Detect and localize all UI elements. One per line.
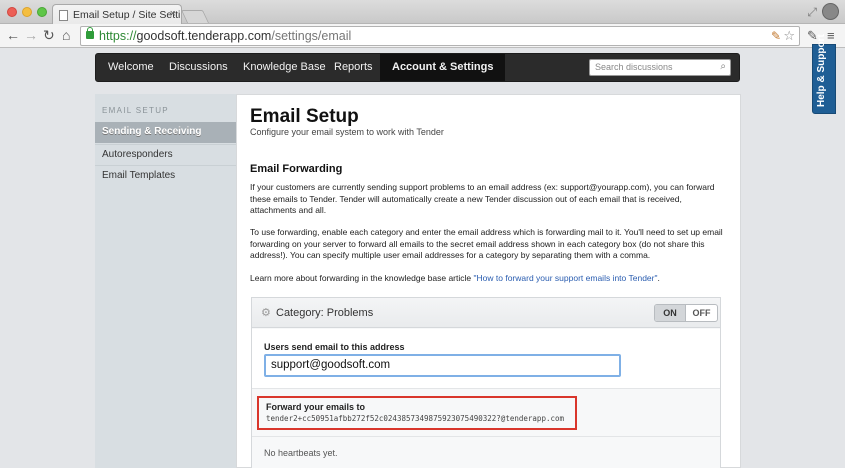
search-icon[interactable]: ⌕ — [720, 61, 726, 72]
tab-title: Email Setup / Site Settings — [73, 9, 181, 21]
forward-address-highlight: Forward your emails to tender2+cc50951af… — [257, 396, 577, 430]
settings-sidebar: EMAIL SETUP Sending & Receiving Autoresp… — [95, 94, 236, 468]
heartbeats-status: No heartbeats yet. — [264, 448, 338, 458]
sidebar-heading: EMAIL SETUP — [102, 106, 169, 115]
sidebar-item-sending-receiving[interactable]: Sending & Receiving — [95, 122, 236, 143]
user-email-input[interactable]: support@goodsoft.com — [264, 354, 621, 377]
home-icon[interactable]: ⌂ — [62, 27, 70, 43]
nav-discussions[interactable]: Discussions — [169, 54, 228, 81]
gear-icon[interactable]: ⚙ — [261, 306, 271, 319]
section-title: Email Forwarding — [250, 163, 343, 175]
new-tab-button[interactable] — [180, 10, 210, 23]
kb-article-link[interactable]: "How to forward your support emails into… — [474, 273, 658, 283]
browser-tab[interactable]: Email Setup / Site Settings × — [52, 4, 182, 25]
help-support-tab[interactable]: Help & Support — [812, 34, 836, 114]
address-bar[interactable]: https://goodsoft.tenderapp.com/settings/… — [80, 26, 800, 46]
page-icon — [59, 10, 68, 21]
browser-titlebar: Email Setup / Site Settings × ⤢ — [0, 0, 845, 25]
back-arrow-icon[interactable]: ← — [6, 27, 20, 43]
nav-welcome[interactable]: Welcome — [108, 54, 154, 81]
minimize-window-button[interactable] — [22, 7, 32, 17]
sidebar-item-autoresponders[interactable]: Autoresponders — [95, 144, 236, 165]
close-tab-icon[interactable]: × — [170, 8, 176, 20]
bookmark-star-icon[interactable]: ☆ — [783, 28, 795, 44]
learn-more-text: Learn more about forwarding in the knowl… — [250, 273, 660, 283]
extension-icon[interactable]: ✎ — [771, 29, 781, 43]
lock-icon — [86, 27, 94, 39]
browser-toolbar: ← → ↻ ⌂ https://goodsoft.tenderapp.com/s… — [0, 24, 845, 48]
page-title: Email Setup — [250, 106, 359, 127]
close-window-button[interactable] — [7, 7, 17, 17]
forward-label: Forward your emails to — [266, 402, 366, 412]
search-input[interactable]: Search discussions ⌕ — [589, 59, 731, 76]
main-nav: Welcome Discussions Knowledge Base Repor… — [95, 53, 740, 82]
user-email-label: Users send email to this address — [264, 342, 405, 352]
category-toggle[interactable]: ON OFF — [654, 304, 718, 322]
forwarding-intro-text: If your customers are currently sending … — [250, 182, 715, 215]
main-content: Email Setup Configure your email system … — [236, 94, 741, 468]
nav-knowledge-base[interactable]: Knowledge Base — [243, 54, 326, 81]
category-box: ⚙ Category: Problems ON OFF Users send e… — [251, 297, 721, 468]
forward-arrow-icon[interactable]: → — [24, 27, 38, 43]
page-subtitle: Configure your email system to work with… — [250, 127, 444, 137]
profile-avatar-icon[interactable] — [822, 3, 839, 20]
toggle-off-button[interactable]: OFF — [686, 305, 717, 321]
reload-icon[interactable]: ↻ — [43, 27, 55, 44]
url-text: https://goodsoft.tenderapp.com/settings/… — [99, 29, 352, 43]
category-body: Users send email to this address support… — [252, 329, 720, 389]
zoom-window-button[interactable] — [37, 7, 47, 17]
category-title: Category: Problems — [276, 307, 374, 319]
divider — [252, 436, 720, 437]
menu-icon[interactable]: ≡ — [827, 28, 835, 43]
nav-reports[interactable]: Reports — [334, 54, 373, 81]
toggle-on-button[interactable]: ON — [655, 305, 686, 321]
category-header: ⚙ Category: Problems ON OFF — [252, 298, 720, 328]
nav-account-settings[interactable]: Account & Settings — [380, 54, 506, 81]
forwarding-instructions-text: To use forwarding, enable each category … — [250, 227, 723, 260]
forward-address: tender2+cc50951afbb272f52c02438573498759… — [266, 414, 565, 423]
sidebar-item-email-templates[interactable]: Email Templates — [95, 165, 236, 186]
fullscreen-icon[interactable]: ⤢ — [807, 5, 817, 20]
